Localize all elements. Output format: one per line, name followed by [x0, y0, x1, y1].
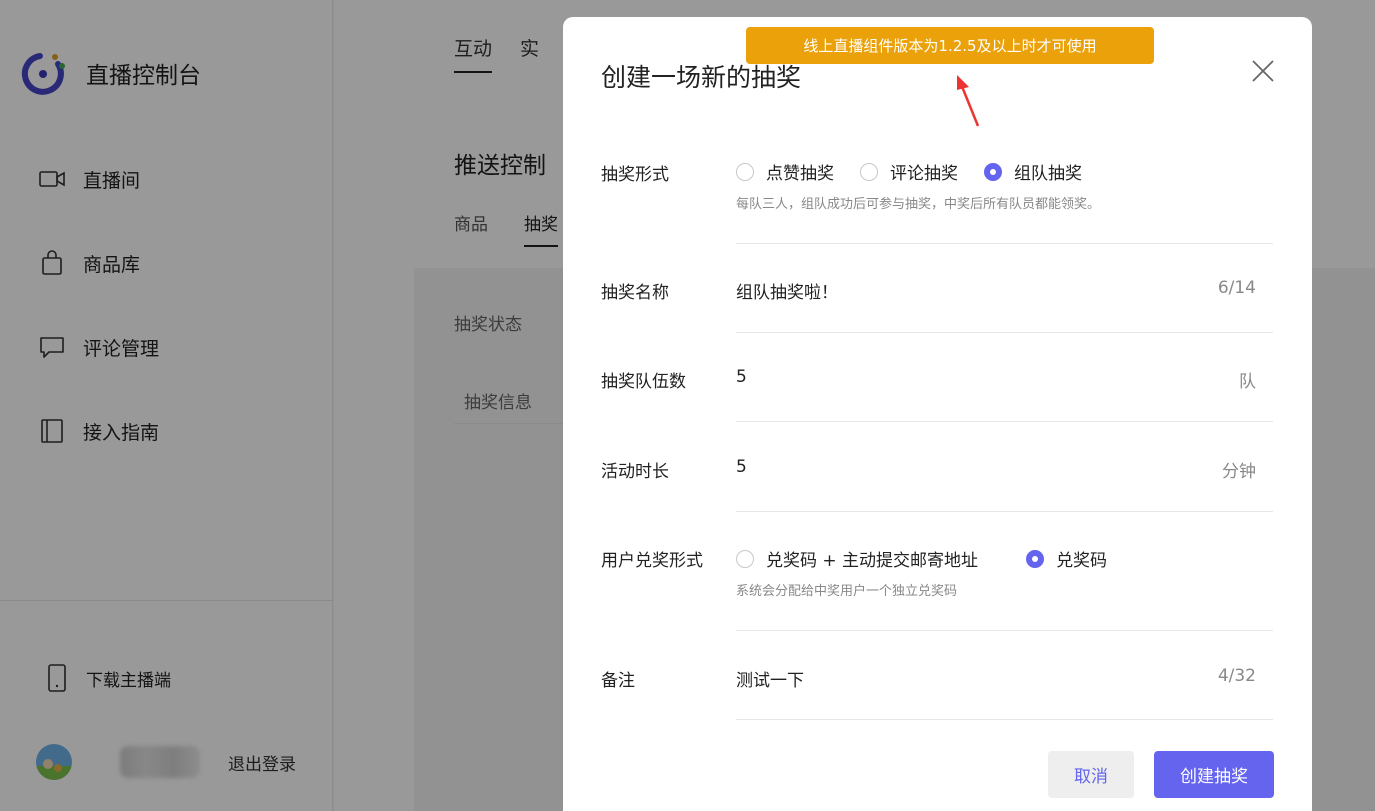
close-icon[interactable]	[1251, 59, 1275, 83]
divider	[736, 332, 1273, 333]
divider	[736, 630, 1273, 631]
remark-input[interactable]: 测试一下	[736, 666, 804, 691]
divider	[736, 421, 1273, 422]
team-count-unit: 队	[1239, 372, 1256, 392]
redeem-radio-group: 兑奖码 + 主动提交邮寄地址 兑奖码	[736, 546, 1133, 571]
lottery-name-input[interactable]: 组队抽奖啦！	[736, 278, 838, 303]
radio-dot	[736, 162, 754, 181]
radio-like-lottery[interactable]: 点赞抽奖	[736, 159, 834, 184]
radio-dot	[736, 549, 754, 568]
radio-dot	[1026, 549, 1045, 568]
cancel-button[interactable]: 取消	[1048, 751, 1134, 798]
remark-counter: 4/32	[1217, 666, 1256, 686]
divider	[736, 511, 1273, 512]
team-count-input[interactable]: 5	[736, 367, 747, 387]
radio-label: 评论抽奖	[890, 164, 958, 184]
lottery-form-radio-group: 点赞抽奖 评论抽奖 组队抽奖	[736, 159, 1108, 184]
create-lottery-dialog: 创建一场新的抽奖 抽奖形式 点赞抽奖 评论抽奖 组队抽奖 每队三人，组队成功后可…	[563, 17, 1312, 811]
divider	[736, 719, 1273, 720]
radio-code-only[interactable]: 兑奖码	[1026, 546, 1107, 571]
radio-code-and-address[interactable]: 兑奖码 + 主动提交邮寄地址	[736, 546, 978, 571]
lottery-name-counter: 6/14	[1217, 278, 1256, 298]
radio-dot	[860, 162, 878, 181]
radio-label: 兑奖码	[1056, 551, 1108, 571]
radio-comment-lottery[interactable]: 评论抽奖	[860, 159, 958, 184]
red-arrow-icon	[957, 75, 980, 127]
lottery-form-label: 抽奖形式	[601, 165, 669, 185]
radio-label: 兑奖码 + 主动提交邮寄地址	[766, 551, 979, 571]
divider	[736, 243, 1273, 244]
duration-unit: 分钟	[1222, 462, 1256, 482]
radio-label: 点赞抽奖	[766, 164, 834, 184]
radio-dot	[984, 162, 1002, 181]
radio-team-lottery[interactable]: 组队抽奖	[984, 159, 1082, 184]
create-lottery-button[interactable]: 创建抽奖	[1154, 751, 1274, 798]
radio-label: 组队抽奖	[1014, 164, 1082, 184]
remark-label: 备注	[601, 671, 635, 691]
duration-label: 活动时长	[601, 462, 669, 482]
lottery-form-hint: 每队三人，组队成功后可参与抽奖，中奖后所有队员都能领奖。	[736, 197, 1101, 212]
duration-input[interactable]: 5	[736, 457, 747, 477]
version-notice-banner: 线上直播组件版本为1.2.5及以上时才可使用	[746, 27, 1154, 64]
redeem-hint: 系统会分配给中奖用户一个独立兑奖码	[736, 584, 958, 599]
redeem-form-label: 用户兑奖形式	[601, 551, 703, 571]
lottery-name-label: 抽奖名称	[601, 283, 669, 303]
team-count-label: 抽奖队伍数	[601, 372, 686, 392]
